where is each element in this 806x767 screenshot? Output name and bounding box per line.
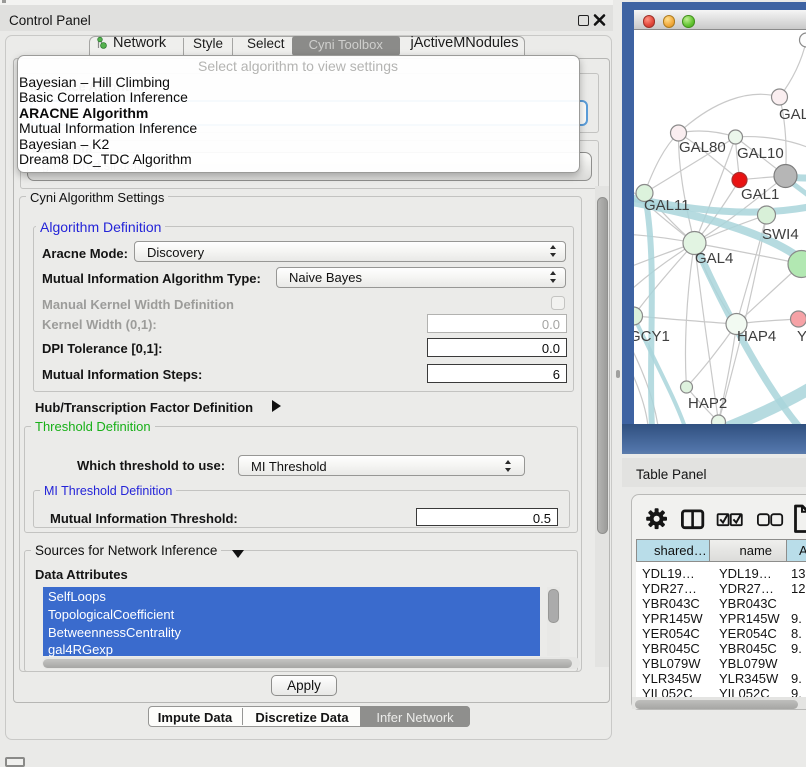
svg-text:GAL1: GAL1 (741, 186, 779, 203)
svg-text:HAP4: HAP4 (737, 328, 776, 345)
svg-text:SWI4: SWI4 (762, 226, 799, 243)
svg-text:GAL10: GAL10 (737, 145, 784, 162)
svg-text:YE: YE (797, 328, 806, 345)
svg-text:GCY1: GCY1 (634, 328, 670, 345)
svg-text:GAL11: GAL11 (644, 197, 690, 214)
svg-text:GAL4: GAL4 (695, 250, 733, 267)
svg-text:GAL80: GAL80 (679, 139, 726, 156)
svg-text:GAL7: GAL7 (779, 106, 806, 123)
svg-text:HAP2: HAP2 (688, 395, 727, 412)
